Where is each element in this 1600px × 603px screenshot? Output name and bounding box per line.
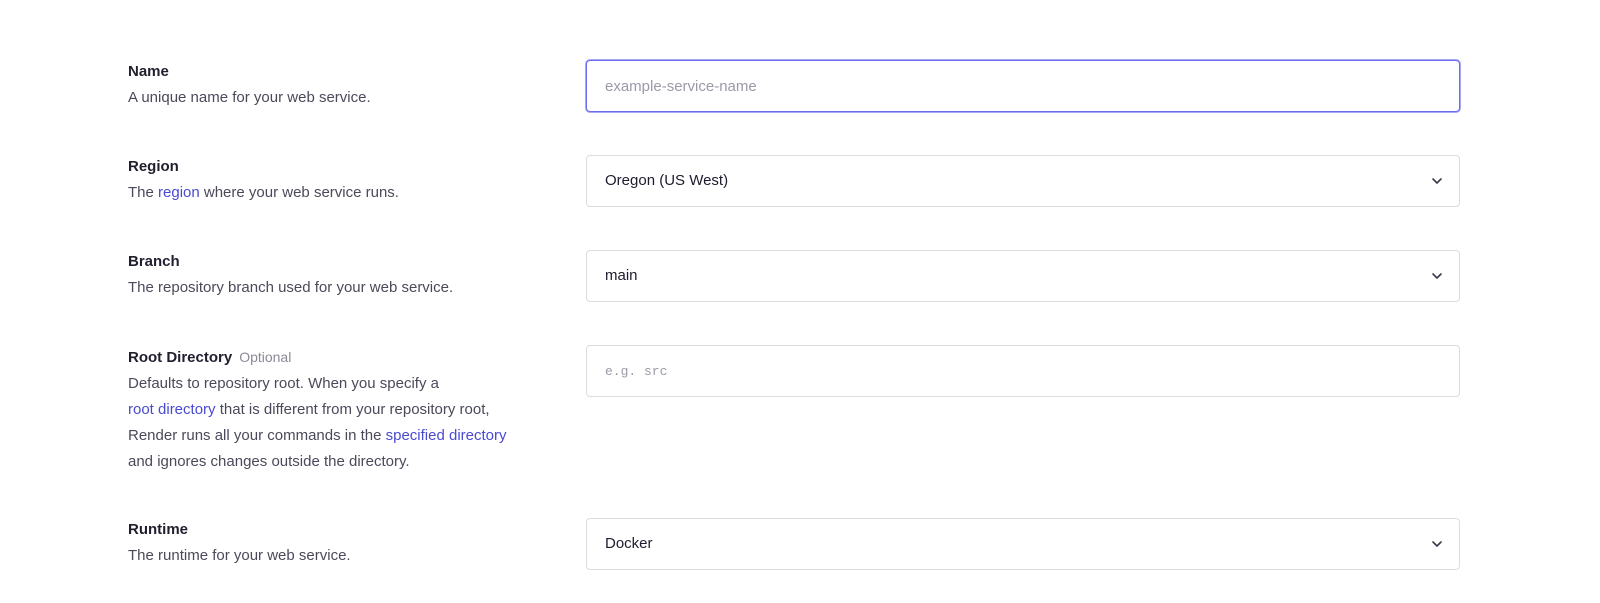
root-directory-input-wrapper: [586, 345, 1460, 397]
chevron-down-icon: [1432, 273, 1442, 279]
root-directory-desc-mid: that is different from your repository r…: [215, 401, 490, 418]
name-input[interactable]: [587, 61, 1459, 111]
specified-directory-link[interactable]: specified directory: [386, 427, 507, 444]
runtime-description: The runtime for your web service.: [128, 547, 351, 564]
root-directory-description: Defaults to repository root. When you sp…: [128, 371, 548, 475]
root-directory-desc-line3: Render runs all your commands in the: [128, 427, 386, 444]
branch-selected-value: main: [605, 267, 638, 284]
root-directory-title-text: Root Directory: [128, 349, 233, 366]
name-description: A unique name for your web service.: [128, 89, 371, 106]
region-select[interactable]: Oregon (US West): [586, 155, 1460, 207]
root-directory-title: Root Directory Optional: [128, 347, 548, 368]
chevron-down-icon: [1432, 541, 1442, 547]
optional-badge: Optional: [239, 349, 292, 365]
name-input-wrapper: [586, 60, 1460, 112]
chevron-down-icon: [1432, 178, 1442, 184]
branch-select[interactable]: main: [586, 250, 1460, 302]
name-title: Name: [128, 63, 169, 80]
runtime-selected-value: Docker: [605, 535, 653, 552]
branch-title: Branch: [128, 253, 180, 270]
root-directory-link[interactable]: root directory: [128, 401, 216, 418]
root-directory-desc-line4: and ignores changes outside the director…: [128, 453, 410, 470]
region-desc-after: where your web service runs.: [199, 184, 399, 201]
runtime-label-group: Runtime The runtime for your web service…: [128, 520, 548, 569]
runtime-title: Runtime: [128, 521, 188, 538]
runtime-select[interactable]: Docker: [586, 518, 1460, 570]
root-directory-desc-line1: Defaults to repository root. When you sp…: [128, 375, 439, 392]
region-label-group: Region The region where your web service…: [128, 157, 548, 206]
region-description: The region where your web service runs.: [128, 180, 548, 206]
name-label-group: Name A unique name for your web service.: [128, 62, 548, 111]
region-selected-value: Oregon (US West): [605, 172, 729, 189]
region-title: Region: [128, 158, 179, 175]
root-directory-input[interactable]: [587, 346, 1459, 396]
branch-description: The repository branch used for your web …: [128, 279, 454, 296]
branch-label-group: Branch The repository branch used for yo…: [128, 252, 548, 301]
region-link[interactable]: region: [158, 184, 200, 201]
region-desc-before: The: [128, 184, 159, 201]
root-directory-label-group: Root Directory Optional Defaults to repos…: [128, 347, 548, 475]
